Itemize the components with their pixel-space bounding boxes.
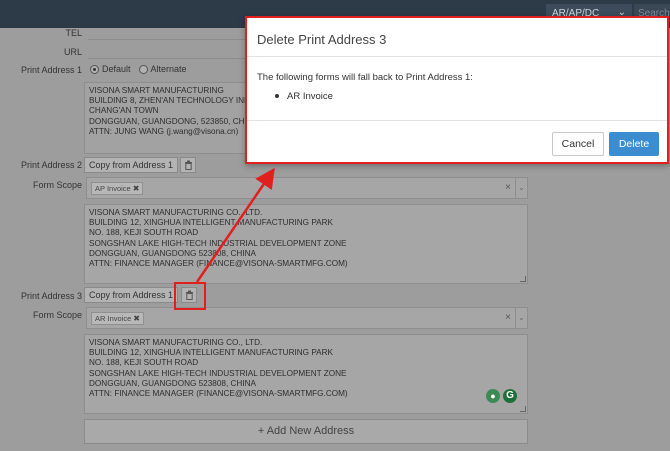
tel-label: TEL	[65, 28, 82, 38]
resize-handle[interactable]	[520, 406, 526, 412]
cancel-button[interactable]: Cancel	[552, 132, 604, 156]
extension-icons: ● G	[486, 389, 517, 403]
print-address-3-textarea[interactable]: VISONA SMART MANUFACTURING CO., LTD. BUI…	[84, 334, 528, 414]
print-address-1-mode: Default Alternate	[90, 64, 195, 74]
print-address-1-label: Print Address 1	[20, 65, 82, 75]
copy-from-address-1-button-3[interactable]: Copy from Address 1	[84, 287, 179, 303]
scope-tag-ar-invoice[interactable]: AR Invoice ✖	[91, 312, 144, 325]
radio-default-control[interactable]	[90, 64, 99, 74]
trash-icon	[184, 160, 192, 170]
radio-default[interactable]: Default	[90, 64, 131, 74]
url-label: URL	[63, 47, 82, 57]
dialog-footer-divider	[247, 120, 667, 121]
chevron-down-icon[interactable]: ⌄	[515, 308, 527, 328]
bullet-icon	[275, 94, 279, 99]
remove-tag-icon[interactable]: ✖	[133, 314, 140, 323]
form-scope-2-select[interactable]: AP Invoice ✖ × ⌄	[86, 177, 528, 199]
form-scope-3-label: Form Scope	[32, 310, 82, 320]
delete-button[interactable]: Delete	[609, 132, 659, 156]
tel-input[interactable]	[88, 24, 246, 40]
delete-address-2-button[interactable]	[180, 157, 196, 173]
url-input[interactable]	[88, 43, 246, 59]
dialog-header-divider	[247, 56, 667, 57]
form-scope-2-label: Form Scope	[32, 180, 82, 190]
scope-tag-ap-invoice-label: AP Invoice	[95, 184, 131, 193]
print-address-2-textarea[interactable]: VISONA SMART MANUFACTURING CO., LTD. BUI…	[84, 204, 528, 284]
radio-alternate[interactable]: Alternate	[138, 64, 187, 74]
remove-tag-icon[interactable]: ✖	[133, 184, 140, 193]
print-address-1-textarea[interactable]: VISONA SMART MANUFACTURING BUILDING 8, Z…	[84, 82, 246, 154]
print-address-2-text: VISONA SMART MANUFACTURING CO., LTD. BUI…	[89, 208, 348, 269]
scope-tag-ap-invoice[interactable]: AP Invoice ✖	[91, 182, 144, 195]
clear-icon[interactable]: ×	[505, 312, 511, 323]
delete-address-dialog: Delete Print Address 3 The following for…	[245, 16, 669, 164]
dialog-message: The following forms will fall back to Pr…	[257, 72, 473, 83]
print-address-1-text: VISONA SMART MANUFACTURING BUILDING 8, Z…	[89, 86, 245, 136]
clear-icon[interactable]: ×	[505, 182, 511, 193]
print-address-3-label: Print Address 3	[20, 291, 82, 301]
grammarly-icon[interactable]: G	[503, 389, 517, 403]
add-new-address-button[interactable]: + Add New Address	[84, 419, 528, 444]
resize-handle[interactable]	[520, 276, 526, 282]
chevron-down-icon[interactable]: ⌄	[515, 178, 527, 198]
radio-default-label: Default	[102, 64, 131, 74]
form-scope-3-select[interactable]: AR Invoice ✖ × ⌄	[86, 307, 528, 329]
radio-alternate-control[interactable]	[138, 64, 148, 74]
scope-tag-ar-invoice-label: AR Invoice	[95, 314, 132, 323]
affected-forms-list: AR Invoice	[275, 91, 333, 102]
print-address-2-label: Print Address 2	[20, 160, 82, 170]
annotation-highlight-box	[174, 282, 206, 310]
radio-alternate-label: Alternate	[150, 64, 187, 74]
dialog-title: Delete Print Address 3	[257, 32, 387, 47]
lightbulb-icon[interactable]: ●	[486, 389, 500, 403]
copy-from-address-1-button-2[interactable]: Copy from Address 1	[84, 157, 179, 173]
affected-form-item: AR Invoice	[287, 91, 333, 102]
print-address-3-text: VISONA SMART MANUFACTURING CO., LTD. BUI…	[89, 338, 348, 399]
